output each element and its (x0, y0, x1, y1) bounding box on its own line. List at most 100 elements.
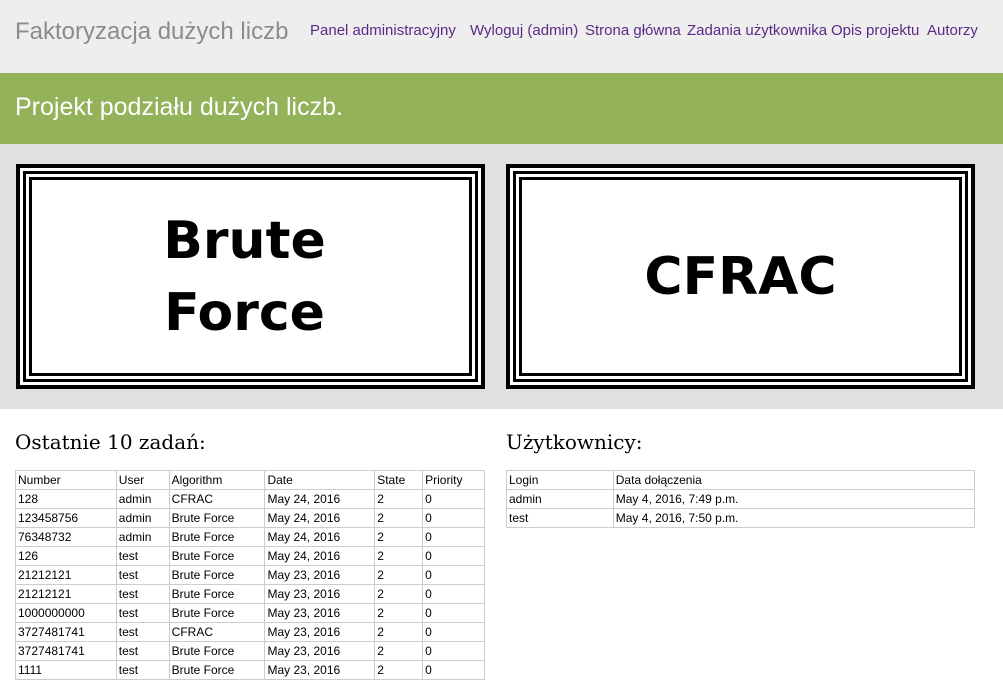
cell-state: 2 (374, 641, 424, 661)
cell-date: May 24, 2016 (264, 489, 376, 509)
cell-algorithm: Brute Force (168, 527, 266, 547)
table-row[interactable]: 1000000000 test Brute Force May 23, 2016 2 0 (15, 603, 485, 623)
nav-link-authors[interactable]: Autorzy (927, 22, 978, 39)
brute-force-algorithm-button[interactable]: Brute Force (16, 164, 485, 389)
table-row[interactable]: test May 4, 2016, 7:50 p.m. (506, 508, 976, 528)
cell-join-date: May 4, 2016, 7:49 p.m. (612, 489, 976, 509)
cell-state: 2 (374, 546, 424, 566)
table-row[interactable]: 126 test Brute Force May 24, 2016 2 0 (15, 546, 485, 566)
cfrac-label: CFRAC (644, 246, 837, 307)
cell-number: 126 (15, 546, 117, 566)
cell-algorithm: Brute Force (168, 508, 266, 528)
cell-priority: 0 (422, 565, 485, 585)
site-brand[interactable]: Faktoryzacja dużych liczb (15, 18, 288, 46)
cell-algorithm: Brute Force (168, 584, 266, 604)
cell-number: 1111 (15, 660, 117, 680)
cell-number: 3727481741 (15, 641, 117, 661)
cell-date: May 23, 2016 (264, 584, 376, 604)
cell-priority: 0 (422, 584, 485, 604)
algorithm-panel: Brute Force CFRAC (0, 144, 1003, 409)
cell-priority: 0 (422, 508, 485, 528)
cell-date: May 23, 2016 (264, 641, 376, 661)
table-header-row: Number User Algorithm Date State Priorit… (15, 470, 485, 490)
cell-user: admin (115, 489, 170, 509)
column-header-user[interactable]: User (115, 470, 170, 490)
cell-user: test (115, 641, 170, 661)
recent-tasks-heading: Ostatnie 10 zadań: (15, 430, 206, 454)
cell-join-date: May 4, 2016, 7:50 p.m. (612, 508, 976, 528)
brute-force-label: Brute Force (163, 205, 325, 349)
table-header-row: Login Data dołączenia (506, 470, 976, 490)
cell-user: admin (115, 508, 170, 528)
card-frame-inner: Brute Force (29, 177, 472, 376)
cell-algorithm: Brute Force (168, 660, 266, 680)
column-header-join-date[interactable]: Data dołączenia (612, 470, 976, 490)
nav-link-project-description[interactable]: Opis projektu (831, 22, 919, 39)
cell-date: May 24, 2016 (264, 546, 376, 566)
top-navbar: Faktoryzacja dużych liczb Panel administ… (0, 0, 1003, 73)
cell-date: May 24, 2016 (264, 508, 376, 528)
column-header-state[interactable]: State (374, 470, 424, 490)
cell-number: 3727481741 (15, 622, 117, 642)
cell-algorithm: CFRAC (168, 622, 266, 642)
cell-state: 2 (374, 527, 424, 547)
cell-number: 123458756 (15, 508, 117, 528)
table-row[interactable]: 128 admin CFRAC May 24, 2016 2 0 (15, 489, 485, 509)
column-header-number[interactable]: Number (15, 470, 117, 490)
brute-force-label-line2: Force (164, 282, 325, 343)
table-row[interactable]: 76348732 admin Brute Force May 24, 2016 2 0 (15, 527, 485, 547)
table-row[interactable]: 3727481741 test CFRAC May 23, 2016 2 0 (15, 622, 485, 642)
cell-user: test (115, 622, 170, 642)
cell-state: 2 (374, 508, 424, 528)
cell-priority: 0 (422, 660, 485, 680)
column-header-date[interactable]: Date (264, 470, 376, 490)
users-table: Login Data dołączenia admin May 4, 2016, … (506, 470, 976, 528)
nav-link-home[interactable]: Strona główna (585, 22, 681, 39)
table-row[interactable]: 21212121 test Brute Force May 23, 2016 2 0 (15, 584, 485, 604)
cell-priority: 0 (422, 489, 485, 509)
nav-link-user-tasks[interactable]: Zadania użytkownika (687, 22, 827, 39)
cell-state: 2 (374, 584, 424, 604)
cell-user: test (115, 584, 170, 604)
column-header-login[interactable]: Login (506, 470, 614, 490)
cell-date: May 23, 2016 (264, 565, 376, 585)
users-heading: Użytkownicy: (506, 430, 643, 454)
brute-force-label-line1: Brute (163, 210, 326, 271)
page-title: Projekt podziału dużych liczb. (15, 93, 343, 121)
cell-number: 21212121 (15, 584, 117, 604)
card-frame: Brute Force (23, 171, 478, 382)
table-row[interactable]: admin May 4, 2016, 7:49 p.m. (506, 489, 976, 509)
cell-priority: 0 (422, 603, 485, 623)
cell-state: 2 (374, 603, 424, 623)
cell-date: May 23, 2016 (264, 622, 376, 642)
cell-date: May 24, 2016 (264, 527, 376, 547)
cell-user: test (115, 565, 170, 585)
cell-number: 1000000000 (15, 603, 117, 623)
cell-algorithm: Brute Force (168, 641, 266, 661)
cell-date: May 23, 2016 (264, 603, 376, 623)
cell-login: admin (506, 489, 614, 509)
cell-user: test (115, 546, 170, 566)
cell-algorithm: Brute Force (168, 546, 266, 566)
card-frame: CFRAC (513, 171, 968, 382)
cfrac-algorithm-button[interactable]: CFRAC (506, 164, 975, 389)
cell-state: 2 (374, 622, 424, 642)
table-row[interactable]: 1111 test Brute Force May 23, 2016 2 0 (15, 660, 485, 680)
cell-algorithm: CFRAC (168, 489, 266, 509)
table-row[interactable]: 3727481741 test Brute Force May 23, 2016 2 0 (15, 641, 485, 661)
cell-priority: 0 (422, 527, 485, 547)
cell-priority: 0 (422, 641, 485, 661)
column-header-priority[interactable]: Priority (422, 470, 485, 490)
cell-login: test (506, 508, 614, 528)
table-row[interactable]: 21212121 test Brute Force May 23, 2016 2 0 (15, 565, 485, 585)
nav-link-logout[interactable]: Wyloguj (admin) (470, 22, 578, 39)
cell-number: 128 (15, 489, 117, 509)
table-row[interactable]: 123458756 admin Brute Force May 24, 2016 2 0 (15, 508, 485, 528)
nav-link-admin-panel[interactable]: Panel administracyjny (310, 22, 456, 39)
cell-algorithm: Brute Force (168, 565, 266, 585)
cell-priority: 0 (422, 622, 485, 642)
cell-algorithm: Brute Force (168, 603, 266, 623)
cell-user: test (115, 660, 170, 680)
cell-priority: 0 (422, 546, 485, 566)
column-header-algorithm[interactable]: Algorithm (168, 470, 266, 490)
